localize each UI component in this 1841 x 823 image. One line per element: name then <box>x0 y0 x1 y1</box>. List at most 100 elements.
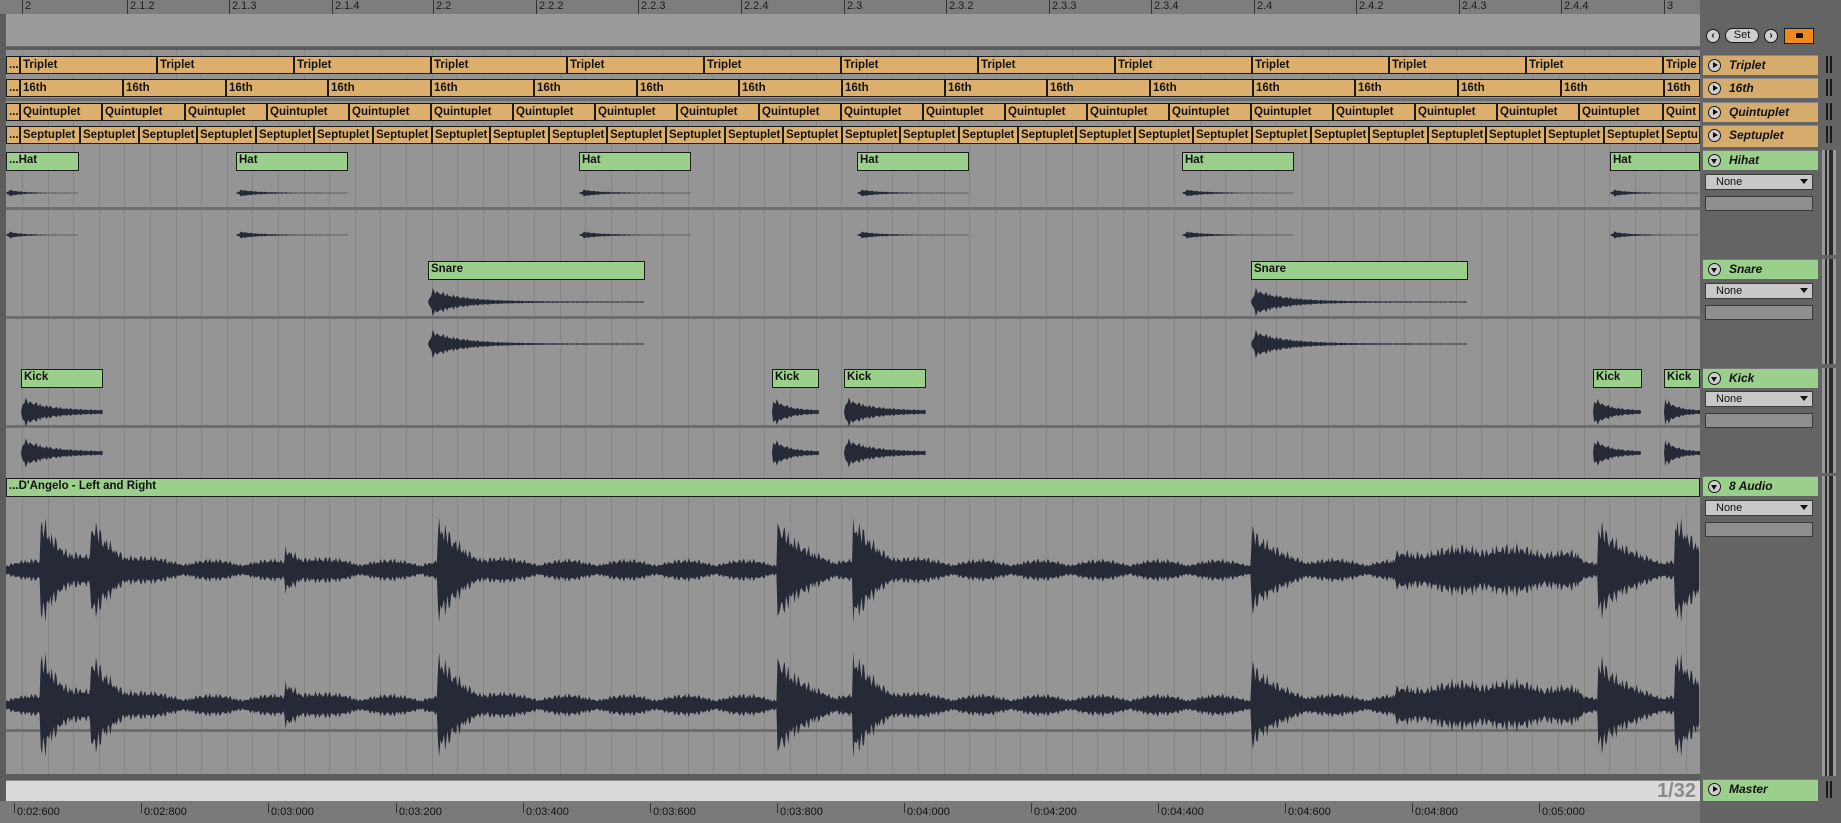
right-arrow-icon[interactable]: › <box>1764 29 1778 43</box>
track-name[interactable]: Triplet <box>1729 58 1765 72</box>
groove-clip[interactable]: Quintuplet <box>1579 103 1663 121</box>
groove-clip[interactable]: Triplet <box>20 56 157 74</box>
groove-clip[interactable]: Quintuplet <box>1415 103 1497 121</box>
grid-zoom-level[interactable]: 1/32 <box>1657 781 1700 801</box>
groove-clip[interactable]: Quintuplet <box>513 103 595 121</box>
groove-clip[interactable]: Quintuplet <box>759 103 841 121</box>
track-name[interactable]: Master <box>1729 782 1768 796</box>
groove-clip[interactable]: Septuplet <box>373 126 432 144</box>
groove-clip[interactable]: Septuplet <box>1369 126 1428 144</box>
groove-clip[interactable]: 16th <box>637 79 739 97</box>
groove-clip[interactable]: 16th <box>1664 79 1700 97</box>
groove-clip[interactable]: 16th <box>226 79 328 97</box>
groove-clip[interactable]: Septuplet <box>1193 126 1252 144</box>
groove-clip[interactable]: Quintuplet <box>1251 103 1333 121</box>
groove-clip[interactable]: Triplet <box>294 56 431 74</box>
groove-clip[interactable]: Triplet <box>1389 56 1526 74</box>
input-channel-field[interactable] <box>1705 305 1813 320</box>
drum-clip[interactable]: Hat <box>1610 152 1700 171</box>
groove-clip[interactable]: Quintuplet <box>102 103 185 121</box>
groove-clip[interactable]: Quintuplet <box>841 103 923 121</box>
groove-clip[interactable]: 16th <box>20 79 123 97</box>
groove-clip[interactable]: Triplet <box>704 56 841 74</box>
groove-clip[interactable]: 16th <box>1561 79 1664 97</box>
track-header-16th[interactable]: 16th <box>1703 78 1818 98</box>
groove-clip[interactable]: Septuplet <box>314 126 373 144</box>
play-icon[interactable] <box>1708 783 1721 796</box>
master-track-lane[interactable]: 1/32 <box>6 780 1700 802</box>
groove-clip[interactable]: 16th <box>534 79 637 97</box>
drum-clip[interactable]: Hat <box>857 152 969 171</box>
groove-clip[interactable]: Septuplet <box>1135 126 1193 144</box>
fold-icon[interactable] <box>1708 263 1721 276</box>
groove-clip[interactable]: Septuplet <box>1604 126 1663 144</box>
groove-clip[interactable]: ... <box>6 103 20 121</box>
track-header-septuplet[interactable]: Septuplet <box>1703 125 1818 147</box>
groove-clip[interactable]: Septuplet <box>1076 126 1135 144</box>
groove-clip[interactable]: Triplet <box>567 56 704 74</box>
groove-clip[interactable]: 16th <box>1253 79 1355 97</box>
groove-clip[interactable]: Triplet <box>1526 56 1663 74</box>
input-routing-select[interactable]: None <box>1705 391 1813 407</box>
groove-clip[interactable]: Quintuplet <box>185 103 267 121</box>
groove-clip[interactable]: Septuplet <box>1486 126 1545 144</box>
drum-clip[interactable]: Kick <box>844 369 926 388</box>
drum-clip[interactable]: Kick <box>21 369 103 388</box>
groove-clip[interactable]: Septuplet <box>432 126 490 144</box>
arrangement-view[interactable]: ... Triplet Triplet Triplet Triplet Triplet Tr… <box>6 50 1700 774</box>
groove-clip[interactable]: Septuplet <box>197 126 256 144</box>
track-name[interactable]: Snare <box>1729 262 1762 276</box>
fold-icon[interactable] <box>1708 372 1721 385</box>
input-channel-field[interactable] <box>1705 413 1813 428</box>
groove-clip[interactable]: Septuplet <box>20 126 80 144</box>
groove-clip[interactable]: Septuplet <box>959 126 1018 144</box>
play-icon[interactable] <box>1708 129 1721 142</box>
groove-clip[interactable]: Triplet <box>978 56 1115 74</box>
groove-clip[interactable]: Triple <box>1663 56 1700 74</box>
groove-clip[interactable]: Triplet <box>1252 56 1389 74</box>
input-channel-field[interactable] <box>1705 196 1813 211</box>
groove-clip[interactable]: Quintuplet <box>923 103 1005 121</box>
groove-clip[interactable]: Quintuplet <box>677 103 759 121</box>
groove-clip[interactable]: Septuplet <box>1311 126 1369 144</box>
groove-clip[interactable]: Quintuplet <box>349 103 431 121</box>
set-locator-button[interactable]: Set <box>1725 28 1759 43</box>
groove-clip[interactable]: ... <box>6 79 20 97</box>
groove-clip[interactable]: Septuplet <box>1252 126 1311 144</box>
groove-clip[interactable]: Septu <box>1663 126 1700 144</box>
track-header-triplet[interactable]: Triplet <box>1703 55 1818 75</box>
groove-clip[interactable]: 16th <box>739 79 842 97</box>
groove-clip[interactable]: Septuplet <box>607 126 666 144</box>
drum-clip[interactable]: Kick <box>1664 369 1700 388</box>
groove-clip[interactable]: Septuplet <box>256 126 314 144</box>
track-name[interactable]: Septuplet <box>1729 128 1784 142</box>
groove-clip[interactable]: Septuplet <box>549 126 607 144</box>
track-name[interactable]: 8 Audio <box>1729 479 1773 493</box>
groove-clip[interactable]: 16th <box>1047 79 1150 97</box>
groove-clip[interactable]: Triplet <box>841 56 978 74</box>
groove-clip[interactable]: 16th <box>1150 79 1253 97</box>
groove-clip[interactable]: Septuplet <box>725 126 783 144</box>
play-icon[interactable] <box>1708 59 1721 72</box>
track-header-quintuplet[interactable]: Quintuplet <box>1703 102 1818 122</box>
groove-clip[interactable]: Quintuplet <box>1005 103 1087 121</box>
track-header-kick[interactable]: Kick <box>1703 368 1818 388</box>
time-ruler[interactable]: 0:02:600 0:02:800 0:03:000 0:03:200 0:03:400… <box>0 801 1700 823</box>
track-name[interactable]: 16th <box>1729 81 1754 95</box>
groove-clip[interactable]: Septuplet <box>900 126 959 144</box>
groove-clip[interactable]: ... <box>6 56 20 74</box>
left-arrow-icon[interactable]: ‹ <box>1706 29 1720 43</box>
input-routing-select[interactable]: None <box>1705 174 1813 190</box>
drum-clip[interactable]: Hat <box>236 152 348 171</box>
groove-clip[interactable]: Quintuplet <box>20 103 102 121</box>
track-name[interactable]: Kick <box>1729 371 1754 385</box>
play-icon[interactable] <box>1708 106 1721 119</box>
groove-clip[interactable]: Septuplet <box>1428 126 1486 144</box>
play-icon[interactable] <box>1708 82 1721 95</box>
arrangement-overview[interactable] <box>6 14 1700 47</box>
track-header-audio[interactable]: 8 Audio <box>1703 476 1818 496</box>
track-header-master[interactable]: Master <box>1703 779 1818 801</box>
groove-clip[interactable]: Septuplet <box>783 126 842 144</box>
track-header-snare[interactable]: Snare <box>1703 259 1818 279</box>
groove-clip[interactable]: Triplet <box>157 56 294 74</box>
